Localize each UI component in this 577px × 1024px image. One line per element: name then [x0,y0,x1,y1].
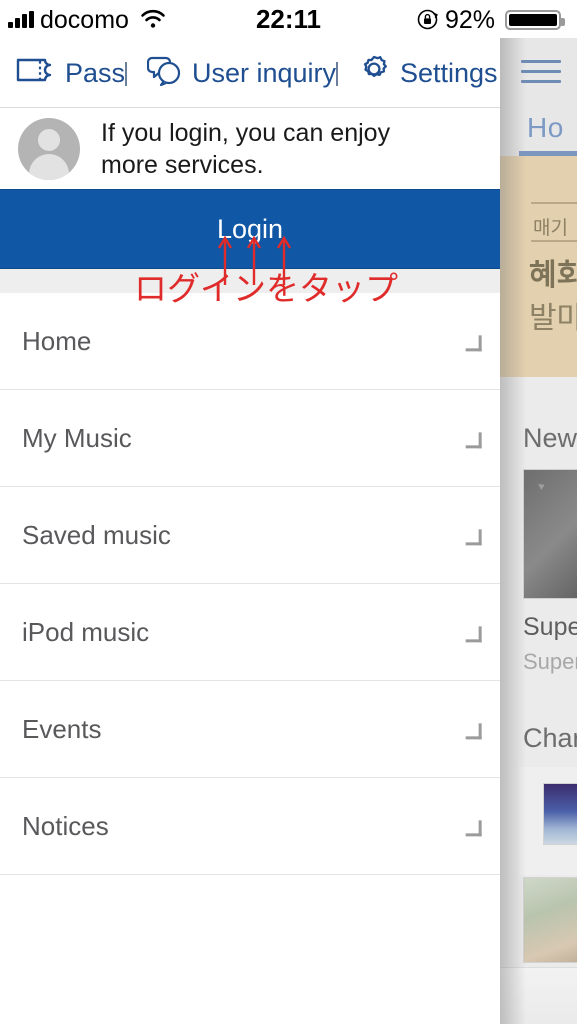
chevron-right-icon [465,820,482,837]
gear-icon [357,53,391,94]
chart-thumbnail-1[interactable] [543,783,577,845]
chevron-right-icon [465,529,482,546]
chevron-right-icon [465,626,482,643]
side-drawer: Pass User inquiry Settings If you login,… [0,38,500,1024]
toolbar-separator-1 [125,62,127,86]
toolbar-pass-button[interactable]: Pass [16,38,125,108]
toolbar-user-inquiry-button[interactable]: User inquiry [146,38,337,108]
menu-item-saved-music[interactable]: Saved music [0,487,500,584]
section-title-new: New [523,423,577,453]
section-title-chart: Char [523,723,577,753]
login-button[interactable]: Login [0,189,500,269]
status-bar: docomo 22:11 92% [0,0,577,38]
chart-thumbnail-2[interactable] [523,877,577,963]
chevron-right-icon [465,723,482,740]
toolbar-settings-label: Settings [400,57,498,88]
battery-percent-label: 92% [444,6,495,34]
rotation-lock-icon [417,9,438,30]
drawer-toolbar: Pass User inquiry Settings [0,38,500,108]
drawer-menu-list: Home My Music Saved music iPod music Eve… [0,293,500,875]
profile-message: If you login, you can enjoy more service… [101,117,390,182]
menu-item-notices[interactable]: Notices [0,778,500,875]
toolbar-user-inquiry-label: User inquiry [192,57,337,88]
background-tab-home[interactable]: Ho [527,112,564,144]
toolbar-pass-label: Pass [65,57,126,88]
album-art-icon[interactable] [523,469,577,599]
menu-item-label: Saved music [22,519,171,550]
toolbar-settings-button[interactable]: Settings [357,38,498,108]
menu-item-ipod-music[interactable]: iPod music [0,584,500,681]
banner-subline: 발마 [529,302,577,335]
annotation-text: ログインをタップ [134,269,398,308]
menu-item-label: iPod music [22,616,150,647]
album-title: Supe [523,613,577,641]
profile-message-line1: If you login, you can enjoy [101,118,391,147]
profile-banner: If you login, you can enjoy more service… [0,109,500,189]
toolbar-separator-2 [336,62,338,86]
chevron-right-icon [465,432,482,449]
menu-item-label: Notices [22,810,109,841]
chat-bubbles-icon [146,54,183,93]
login-button-label: Login [216,213,284,244]
hamburger-menu-icon[interactable] [521,60,561,84]
menu-item-label: My Music [22,422,132,453]
banner-rule-bottom [531,240,577,242]
album-subtitle: Super [523,649,577,674]
battery-icon [505,10,565,30]
menu-item-label: Home [22,325,92,356]
banner-headline: 혜회 [529,259,577,292]
drawer-shadow [500,0,526,1024]
phone-screen: Ho 매기 혜회 발마 New Supe Super Char ♪ [0,0,577,1024]
banner-small-text: 매기 [533,218,568,239]
menu-item-label: Events [22,713,102,744]
profile-message-line2: more services. [101,151,264,179]
banner-rule-top [531,202,577,204]
ticket-icon [16,57,56,90]
default-avatar-icon [18,118,80,180]
menu-item-events[interactable]: Events [0,681,500,778]
menu-item-my-music[interactable]: My Music [0,390,500,487]
chevron-right-icon [465,335,482,352]
